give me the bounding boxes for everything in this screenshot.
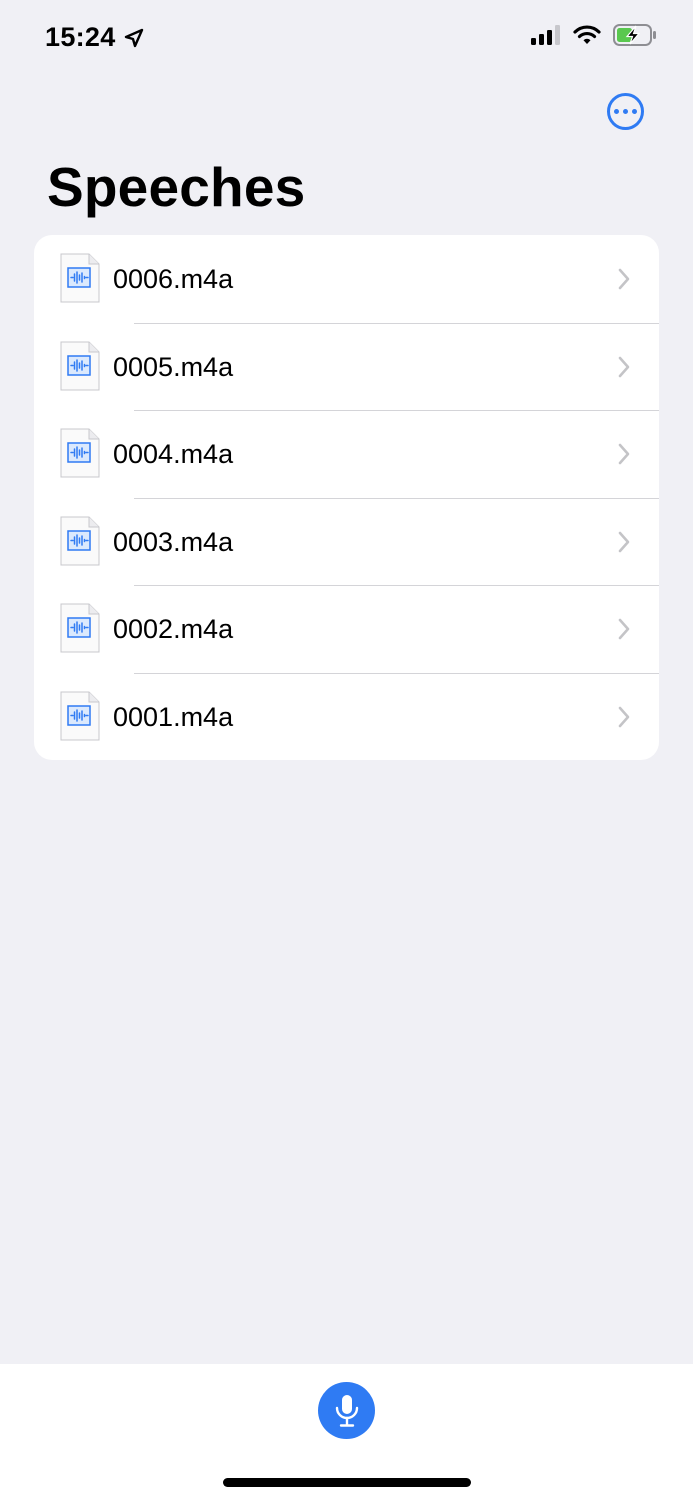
location-arrow-icon [124,28,143,47]
chevron-right-icon [618,618,630,640]
cellular-signal-icon [531,25,560,45]
chevron-right-icon [618,443,630,465]
file-name: 0006.m4a [113,264,234,294]
file-row[interactable]: 0002.m4a [34,585,659,673]
file-name: 0001.m4a [113,701,234,732]
file-name: 0005.m4a [113,351,234,382]
ellipsis-circle-icon [614,109,619,114]
file-row[interactable]: 0005.m4a [34,322,659,411]
file-row[interactable]: 0003.m4a [34,497,659,586]
audio-file-icon [60,691,100,740]
audio-file-icon [60,428,100,478]
record-button[interactable] [318,1382,375,1439]
bottom-toolbar [0,1364,693,1500]
audio-file-icon [60,516,100,565]
chevron-right-icon [618,356,630,377]
microphone-icon [335,1394,358,1427]
status-bar: 15:24 [0,0,693,80]
file-row[interactable]: 0006.m4a [34,235,659,323]
audio-file-icon [60,253,100,303]
ellipsis-dot [623,109,628,114]
chevron-right-icon [618,531,630,552]
file-row[interactable]: 0001.m4a [34,672,659,761]
audio-file-icon [60,341,100,390]
audio-file-icon [60,603,100,653]
chevron-right-icon [618,268,630,290]
home-indicator[interactable] [223,1478,471,1487]
wifi-icon [573,25,601,44]
ellipsis-dot [632,109,637,114]
page-title: Speeches [47,156,306,218]
status-time: 15:24 [45,22,144,53]
battery-charging-icon [613,24,656,46]
clock-time: 15:24 [45,22,116,52]
file-name: 0004.m4a [113,439,234,469]
file-list: 0006.m4a 0005.m4a 0004.m4a 0003.m4a 0002… [34,235,659,760]
chevron-right-icon [618,706,630,727]
more-options-button[interactable] [607,93,644,130]
status-icons [531,24,657,46]
file-name: 0003.m4a [113,526,234,557]
file-name: 0002.m4a [113,614,234,644]
file-row[interactable]: 0004.m4a [34,410,659,498]
